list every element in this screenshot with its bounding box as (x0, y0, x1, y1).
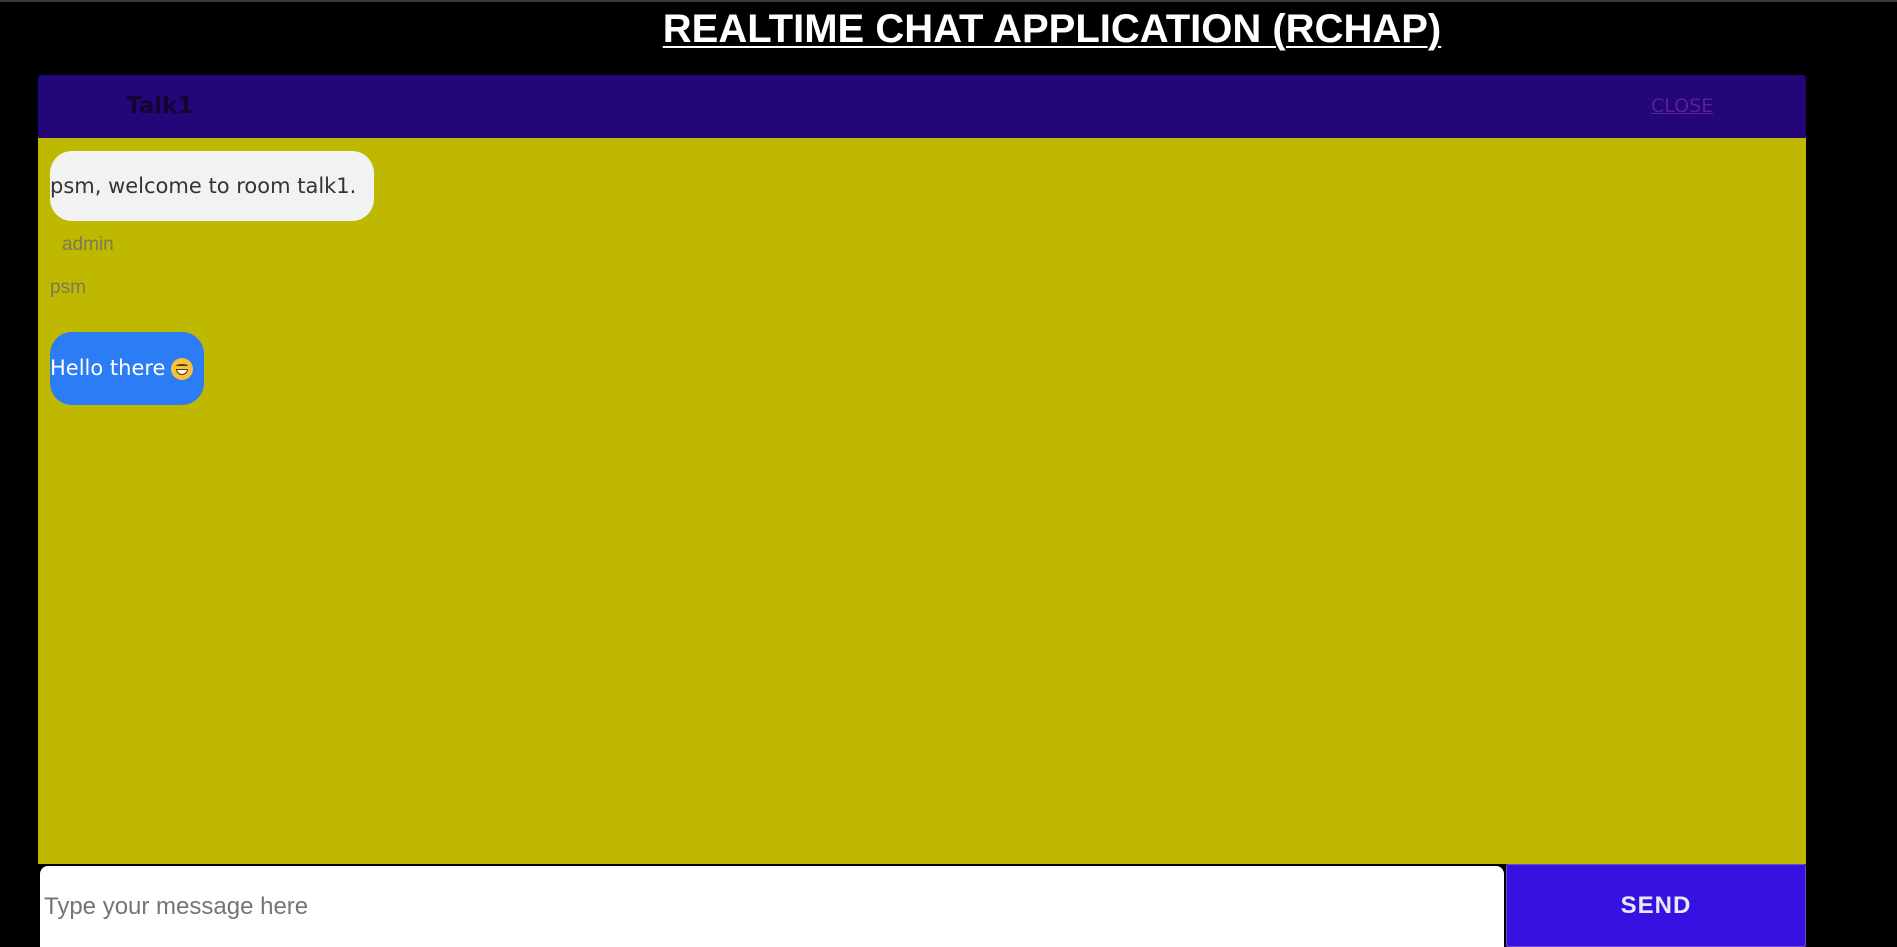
message-sender-admin: admin (62, 234, 114, 255)
messages-area[interactable]: psm, welcome to room talk1. admin psm He… (38, 138, 1806, 864)
app-title: REALTIME CHAT APPLICATION (RCHAP) (662, 7, 1442, 51)
send-button[interactable]: SEND (1506, 864, 1806, 947)
message-bubble-own: Hello there (50, 332, 204, 405)
chat-header: Talk1 CLOSE (38, 75, 1806, 138)
composer-bar: SEND (38, 864, 1806, 947)
message-text-own: Hello there (50, 356, 166, 380)
chat-container: Talk1 CLOSE psm, welcome to room talk1. … (38, 75, 1806, 947)
message-bubble-admin: psm, welcome to room talk1. (50, 151, 374, 221)
message-sender-psm: psm (50, 277, 86, 298)
window-top-border (0, 0, 1897, 2)
room-name: Talk1 (126, 93, 194, 119)
close-link[interactable]: CLOSE (1651, 75, 1713, 138)
grinning-face-emoji-icon (171, 358, 194, 380)
message-input[interactable] (40, 866, 1504, 947)
